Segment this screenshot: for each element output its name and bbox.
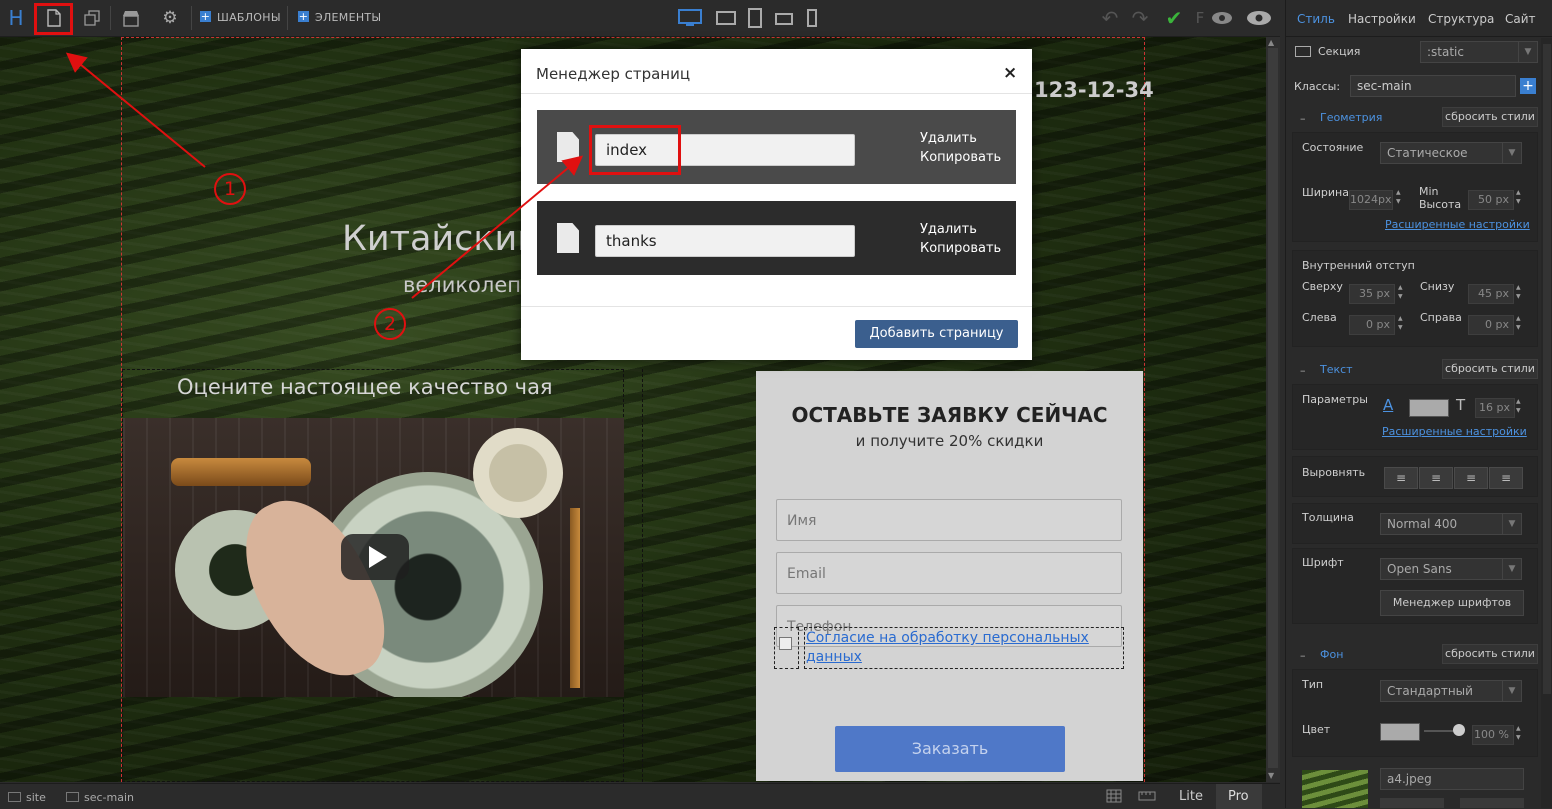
params-label: Параметры (1302, 393, 1368, 406)
tab-settings[interactable]: Настройки (1348, 12, 1416, 26)
properties-panel: Стиль Настройки Структура Сайт Секция :s… (1285, 0, 1552, 808)
align-group: ≡ ≡ ≡ ≡ (1384, 467, 1524, 489)
width-input[interactable]: 1024px (1349, 190, 1393, 210)
align-left-icon[interactable]: ≡ (1384, 467, 1418, 489)
bg-type-label: Тип (1302, 678, 1324, 691)
annotation-step-2: 2 (374, 308, 406, 340)
chevron-down-icon: ▼ (1502, 143, 1521, 163)
collapse-icon[interactable]: – (1300, 112, 1306, 125)
font-label: Шрифт (1302, 556, 1344, 569)
collapse-icon[interactable]: – (1300, 364, 1306, 377)
classes-label: Классы: (1294, 80, 1341, 93)
annotation-step-1: 1 (214, 173, 246, 205)
padding-top-input[interactable]: 35 px (1349, 284, 1395, 304)
background-header[interactable]: – Фон сбросить стили (1294, 644, 1538, 666)
min-height-label: Min Высота (1419, 185, 1462, 211)
bg-image-name[interactable]: a4.jpeg (1380, 768, 1524, 790)
font-manager-button[interactable]: Менеджер шрифтов (1380, 590, 1524, 616)
font-size-stepper-icon[interactable]: ▲ ▼ (1516, 397, 1524, 415)
bg-color-swatch[interactable] (1380, 723, 1420, 741)
state-label: Состояние (1302, 141, 1364, 154)
class-input[interactable]: sec-main (1350, 75, 1516, 97)
section-icon (1295, 46, 1311, 57)
chevron-down-icon: ▼ (1502, 559, 1521, 579)
align-justify-icon[interactable]: ≡ (1489, 467, 1523, 489)
padding-label: Внутренний отступ (1302, 259, 1415, 272)
bg-image-button-1[interactable] (1380, 798, 1444, 808)
font-size-icon: T (1456, 396, 1466, 414)
panel-scrollbar-thumb[interactable] (1543, 44, 1551, 694)
font-size-input[interactable]: 16 px (1475, 398, 1515, 418)
padding-top-stepper-icon[interactable]: ▲ ▼ (1398, 283, 1406, 301)
padding-right-input[interactable]: 0 px (1468, 315, 1514, 335)
text-header[interactable]: – Текст сбросить стили (1294, 359, 1538, 381)
position-select[interactable]: :static ▼ (1420, 41, 1538, 63)
chevron-down-icon: ▼ (1502, 681, 1521, 701)
text-reset-button[interactable]: сбросить стили (1442, 359, 1538, 379)
align-center-icon[interactable]: ≡ (1419, 467, 1453, 489)
padding-bottom-label: Снизу (1420, 280, 1455, 293)
panel-tabs: Стиль Настройки Структура Сайт (1286, 6, 1552, 34)
font-weight-select[interactable]: Normal 400 ▼ (1380, 513, 1522, 535)
bg-image-thumbnail[interactable] (1302, 770, 1368, 808)
opacity-stepper-icon[interactable]: ▲ ▼ (1516, 724, 1524, 742)
font-family-select[interactable]: Open Sans ▼ (1380, 558, 1522, 580)
tab-site[interactable]: Сайт (1505, 12, 1536, 26)
padding-right-label: Справа (1420, 311, 1462, 324)
width-stepper-icon[interactable]: ▲ ▼ (1396, 188, 1404, 206)
section-label: Секция (1318, 45, 1361, 58)
padding-top-label: Сверху (1302, 280, 1343, 293)
min-height-stepper-icon[interactable]: ▲ ▼ (1516, 188, 1524, 206)
state-select[interactable]: Статическое ▼ (1380, 142, 1522, 164)
align-label: Выровнять (1302, 466, 1366, 479)
text-color-icon[interactable]: A (1383, 396, 1393, 414)
weight-label: Толщина (1302, 511, 1354, 524)
chevron-down-icon: ▼ (1518, 42, 1537, 62)
chevron-down-icon: ▼ (1502, 514, 1521, 534)
width-label: Ширина (1302, 186, 1349, 199)
tab-style[interactable]: Стиль (1297, 12, 1335, 26)
opacity-slider-handle[interactable] (1453, 724, 1465, 736)
padding-bottom-input[interactable]: 45 px (1468, 284, 1514, 304)
geometry-reset-button[interactable]: сбросить стили (1442, 107, 1538, 127)
opacity-input[interactable]: 100 % (1472, 725, 1514, 745)
geometry-header[interactable]: – Геометрия сбросить стили (1294, 107, 1538, 129)
align-right-icon[interactable]: ≡ (1454, 467, 1488, 489)
text-advanced-link[interactable]: Расширенные настройки (1382, 425, 1527, 438)
collapse-icon[interactable]: – (1300, 649, 1306, 662)
bg-type-select[interactable]: Стандартный ▼ (1380, 680, 1522, 702)
padding-left-stepper-icon[interactable]: ▲ ▼ (1398, 314, 1406, 332)
geometry-advanced-link[interactable]: Расширенные настройки (1385, 218, 1530, 231)
padding-bottom-stepper-icon[interactable]: ▲ ▼ (1516, 283, 1524, 301)
background-reset-button[interactable]: сбросить стили (1442, 644, 1538, 664)
add-class-icon[interactable]: + (1520, 78, 1536, 94)
text-color-swatch[interactable] (1409, 399, 1449, 417)
bg-color-label: Цвет (1302, 723, 1331, 736)
padding-left-input[interactable]: 0 px (1349, 315, 1395, 335)
padding-right-stepper-icon[interactable]: ▲ ▼ (1516, 314, 1524, 332)
padding-left-label: Слева (1302, 311, 1337, 324)
bg-image-button-2[interactable] (1460, 798, 1524, 808)
min-height-input[interactable]: 50 px (1468, 190, 1514, 210)
tab-structure[interactable]: Структура (1428, 12, 1494, 26)
